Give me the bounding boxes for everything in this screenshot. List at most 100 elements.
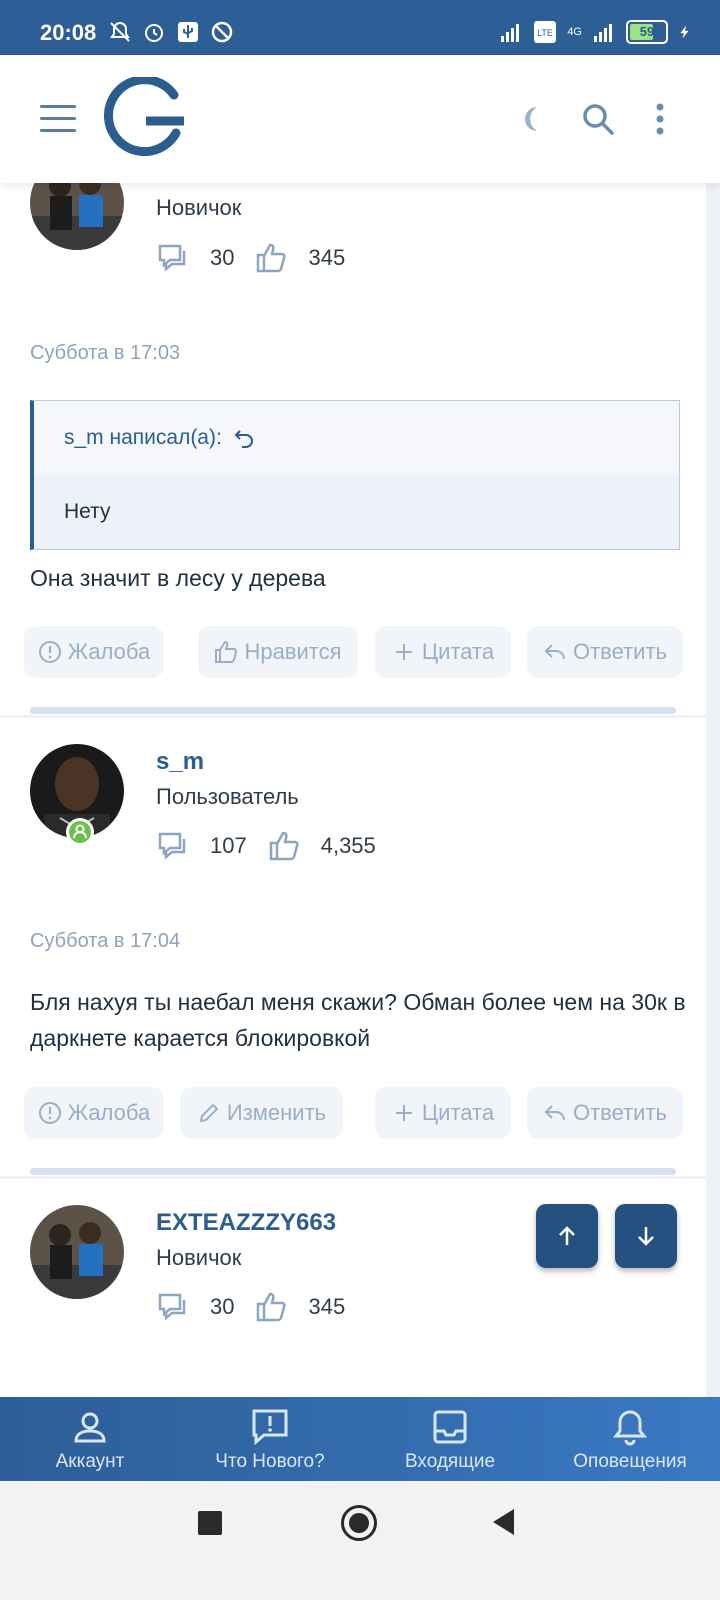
user-stats: 30 345 [156,1290,365,1324]
messages-icon [158,244,186,272]
signal-icon [501,24,520,42]
logo-icon[interactable] [104,77,188,161]
avatar[interactable] [30,1205,124,1299]
news-icon [252,1409,288,1446]
signal-2-icon [594,24,612,42]
bell-icon [612,1410,648,1446]
alert-circle-icon [38,1102,61,1124]
inbox-icon [433,1410,467,1444]
reply-icon [544,1105,565,1121]
username[interactable]: s_m [156,748,204,776]
quote-button[interactable]: Цитата [375,1087,511,1139]
home-button[interactable] [341,1505,377,1541]
online-status-badge [66,818,94,846]
thumbs-up-icon [257,243,287,273]
nav-notifications[interactable]: Оповещения [540,1397,720,1481]
likes-count: 345 [308,245,346,270]
app-header [0,55,720,183]
more-vertical-icon[interactable] [640,99,680,139]
like-button[interactable]: Нравится [198,626,358,678]
thread-content: Новичок 30 345 Суббота в 17:03 s_m напис… [0,183,720,1398]
volte-icon: LTE [534,21,557,43]
plus-icon [395,1105,412,1121]
status-left-icons [108,20,234,44]
battery-level: 59 [639,24,655,39]
plus-icon [395,644,412,660]
user-stats: 107 4,355 [156,829,396,863]
quote-label: Цитата [421,1100,495,1125]
post-card: EXTEAZZZY663 Новичок 30 345 [0,1179,706,1398]
avatar[interactable] [30,183,124,250]
user-icon [74,1412,106,1443]
network-type: 4G [567,26,582,38]
report-button[interactable]: Жалоба [24,626,164,678]
messages-icon [158,832,186,860]
reply-label: Ответить [572,1100,668,1125]
quote-button[interactable]: Цитата [375,626,511,678]
post-date[interactable]: Суббота в 17:03 [30,342,180,365]
likes-count: 4,355 [320,833,376,858]
post-divider [30,707,676,714]
user-title: Новичок [156,195,242,220]
thumbs-up-icon [257,1292,287,1322]
bottom-navigation: Аккаунт Что Нового? Входящие Оповещения [0,1397,720,1481]
post-date[interactable]: Суббота в 17:04 [30,930,180,953]
user-title: Новичок [156,1245,242,1270]
user-title: Пользователь [156,784,299,809]
like-label: Нравится [244,639,342,664]
report-label: Жалоба [67,639,151,664]
thumbs-up-icon [269,831,299,861]
username[interactable]: EXTEAZZZY663 [156,1209,336,1237]
system-navigation-bar [0,1481,720,1600]
arrow-up-icon [559,1226,575,1245]
charging-icon [680,25,689,39]
battery-icon: 59 [626,20,668,44]
user-stats: 30 345 [156,241,365,275]
edit-button[interactable]: Изменить [180,1087,343,1139]
status-right-icons: LTE 4G 59 [499,20,692,44]
messages-count: 30 [210,245,235,270]
pencil-icon [199,1103,219,1123]
reply-icon [544,644,565,660]
messages-count: 30 [210,1294,235,1319]
scroll-up-button[interactable] [536,1204,598,1268]
arrow-down-icon [638,1227,654,1246]
quote-label: Цитата [421,639,495,664]
data-saver-icon [211,21,233,43]
nav-account-label: Аккаунт [55,1451,125,1472]
moon-icon[interactable] [512,99,552,139]
search-icon[interactable] [578,99,618,139]
messages-count: 107 [210,833,247,858]
recent-apps-button[interactable] [198,1511,222,1535]
reply-label: Ответить [572,639,668,664]
quote-text: Нету [64,500,111,523]
edit-label: Изменить [226,1100,327,1125]
nav-notifications-label: Оповещения [573,1451,687,1472]
alert-circle-icon [38,641,61,663]
quote-author[interactable]: s_m написал(а): [64,426,222,450]
post-card: s_m Пользователь 107 4,355 Суббота в 17:… [0,718,706,1176]
post-text: Она значит в лесу у дерева [30,565,326,591]
reply-button[interactable]: Ответить [527,626,683,678]
report-label: Жалоба [67,1100,151,1125]
likes-count: 345 [308,1294,346,1319]
nav-whats-new[interactable]: Что Нового? [180,1397,360,1481]
back-button[interactable] [490,1507,518,1537]
quote-header[interactable]: s_m написал(а): [34,401,679,475]
post-text: Бля нахуя ты наебал меня скажи? Обман бо… [30,989,686,1051]
hamburger-icon[interactable] [40,105,76,133]
nav-account[interactable]: Аккаунт [0,1397,180,1481]
nav-inbox-label: Входящие [404,1451,496,1472]
alarm-icon [145,24,163,42]
report-button[interactable]: Жалоба [24,1087,164,1139]
thumbs-up-icon [215,640,238,663]
mute-notifications-icon [110,21,130,42]
usb-icon [178,22,198,42]
nav-whats-new-label: Что Нового? [215,1451,325,1472]
scroll-down-button[interactable] [615,1204,677,1268]
reply-button[interactable]: Ответить [527,1087,683,1139]
quote-block: s_m написал(а): Нету [30,400,680,550]
nav-inbox[interactable]: Входящие [360,1397,540,1481]
svg-text:LTE: LTE [537,28,553,38]
go-to-quote-icon[interactable] [234,427,256,449]
